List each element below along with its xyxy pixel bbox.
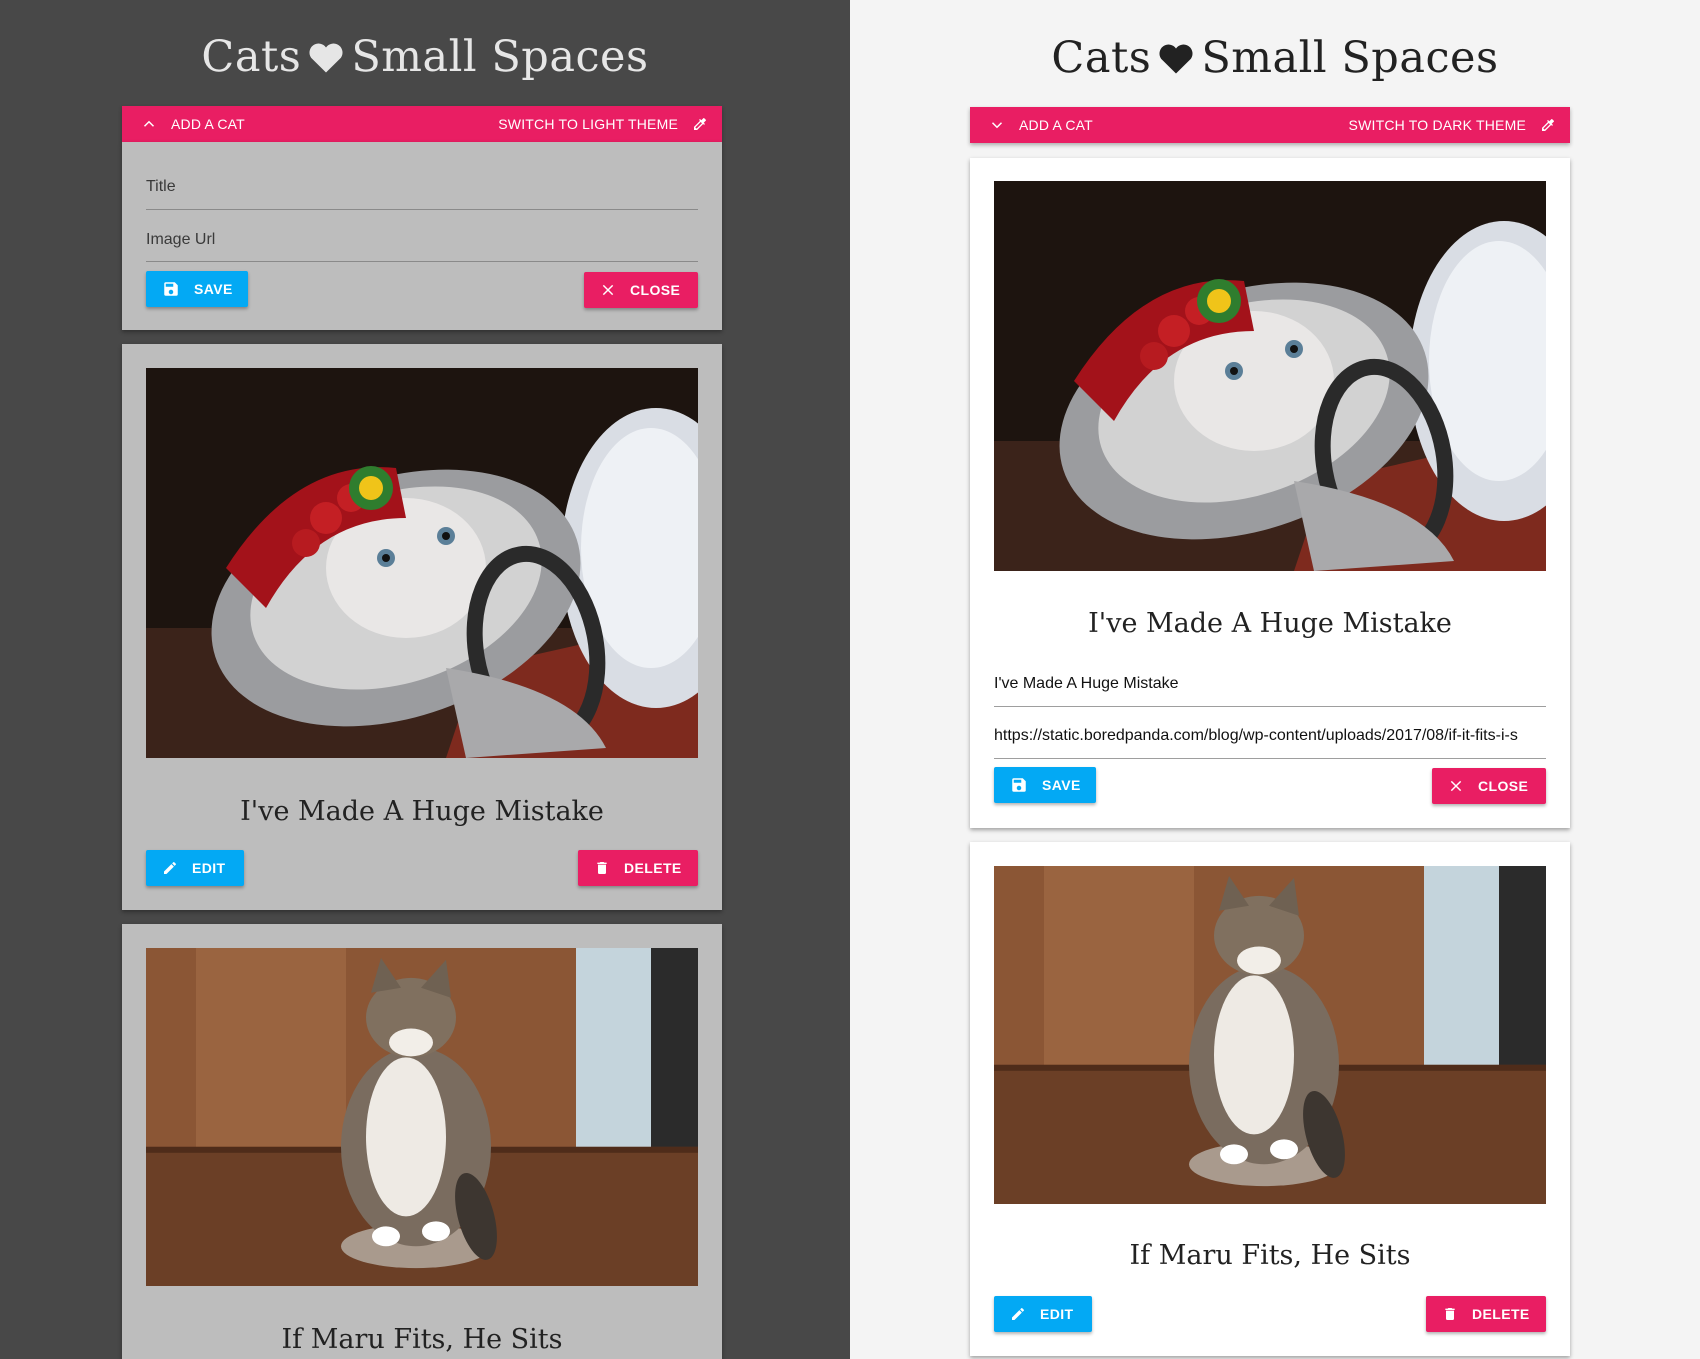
cat-card: If Maru Fits, He Sits EDIT DELETE (970, 842, 1570, 1356)
close-icon (602, 284, 614, 296)
pencil-icon (164, 862, 176, 874)
trash-icon (1445, 1308, 1455, 1320)
cat-card-editing: I've Made A Huge Mistake I've Made A Hug… (970, 158, 1570, 828)
switch-theme-button[interactable]: SWITCH TO LIGHT THEME (498, 106, 708, 142)
pencil-icon (1012, 1308, 1024, 1320)
add-cat-bar: ADD A CAT SWITCH TO LIGHT THEME (122, 106, 722, 142)
add-cat-form-card: Title Image Url SAVE CLOSE (122, 142, 722, 330)
close-label: CLOSE (1478, 778, 1529, 794)
heart-icon (309, 43, 343, 73)
save-icon (164, 282, 178, 296)
cat-card: I've Made A Huge Mistake EDIT DELETE (122, 344, 722, 910)
title-input-underline (146, 209, 698, 210)
eyedropper-icon (1542, 119, 1554, 131)
close-label: CLOSE (630, 282, 681, 298)
add-cat-toggle[interactable]: ADD A CAT (1019, 117, 1093, 133)
switch-theme-label: SWITCH TO LIGHT THEME (498, 116, 678, 132)
delete-label: DELETE (1472, 1306, 1530, 1322)
cat-photo (146, 948, 698, 1286)
close-button[interactable]: CLOSE (1432, 768, 1546, 804)
cat-title: I've Made A Huge Mistake (1088, 608, 1452, 639)
cat-title: If Maru Fits, He Sits (1129, 1240, 1411, 1271)
title-input[interactable]: I've Made A Huge Mistake (994, 675, 1546, 693)
heart-icon (1159, 44, 1193, 74)
delete-label: DELETE (624, 860, 682, 876)
save-button[interactable]: SAVE (994, 767, 1096, 803)
close-icon (1450, 780, 1462, 792)
trash-icon (597, 862, 607, 874)
title-input[interactable]: Title (146, 178, 176, 196)
app-title: Cats Small Spaces (0, 32, 850, 82)
app-title: Cats Small Spaces (850, 33, 1700, 83)
save-icon (1012, 778, 1026, 792)
chevron-up-icon[interactable] (140, 115, 158, 133)
edit-button[interactable]: EDIT (994, 1296, 1092, 1332)
light-theme-panel: Cats Small Spaces ADD A CAT SWITCH TO DAR… (850, 0, 1700, 1359)
image-url-underline (146, 261, 698, 262)
app-title-right: Small Spaces (1201, 33, 1499, 83)
image-url-input[interactable]: https://static.boredpanda.com/blog/wp-co… (994, 727, 1546, 745)
cat-photo (994, 181, 1546, 571)
switch-theme-label: SWITCH TO DARK THEME (1348, 117, 1526, 133)
save-button[interactable]: SAVE (146, 271, 248, 307)
chevron-down-icon[interactable] (988, 116, 1006, 134)
app-title-left: Cats (201, 32, 302, 82)
cat-title: I've Made A Huge Mistake (240, 796, 604, 827)
add-cat-bar: ADD A CAT SWITCH TO DARK THEME (970, 107, 1570, 143)
cat-photo (146, 368, 698, 758)
app-title-left: Cats (1051, 33, 1152, 83)
switch-theme-button[interactable]: SWITCH TO DARK THEME (1349, 107, 1556, 143)
eyedropper-icon (694, 118, 706, 130)
delete-button[interactable]: DELETE (1426, 1296, 1546, 1332)
edit-label: EDIT (192, 860, 226, 876)
dark-theme-panel: Cats Small Spaces ADD A CAT SWITCH TO LIG… (0, 0, 850, 1359)
cat-photo (994, 866, 1546, 1204)
add-cat-toggle[interactable]: ADD A CAT (171, 116, 245, 132)
edit-button[interactable]: EDIT (146, 850, 244, 886)
save-label: SAVE (194, 281, 233, 297)
delete-button[interactable]: DELETE (578, 850, 698, 886)
title-input-underline (994, 706, 1546, 707)
close-button[interactable]: CLOSE (584, 272, 698, 308)
image-url-input[interactable]: Image Url (146, 231, 215, 249)
app-title-right: Small Spaces (351, 32, 649, 82)
image-url-underline (994, 758, 1546, 759)
save-label: SAVE (1042, 777, 1081, 793)
edit-label: EDIT (1040, 1306, 1074, 1322)
cat-card: If Maru Fits, He Sits (122, 924, 722, 1359)
cat-title: If Maru Fits, He Sits (281, 1324, 563, 1355)
